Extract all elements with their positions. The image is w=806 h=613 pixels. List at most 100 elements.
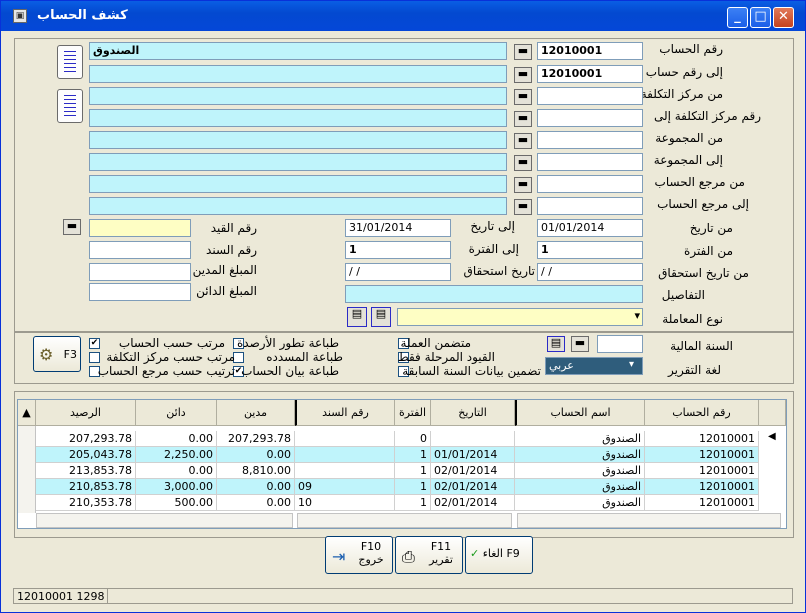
notebook-icon[interactable]: ▤ xyxy=(547,336,565,352)
scroll-up-button[interactable]: ▲ xyxy=(18,400,36,426)
hscroll-left[interactable] xyxy=(36,513,293,528)
maximize-button[interactable]: □ xyxy=(750,7,771,28)
from-ref-field[interactable] xyxy=(537,175,643,193)
table-cell[interactable]: الصندوق xyxy=(515,479,645,495)
to-account-name-field[interactable] xyxy=(89,65,507,83)
table-cell[interactable] xyxy=(295,463,395,479)
table-cell[interactable]: 3,000.00 xyxy=(136,479,217,495)
table-cell[interactable]: 205,043.78 xyxy=(36,447,136,463)
entry-no-field[interactable] xyxy=(89,219,191,237)
table-cell[interactable]: 0.00 xyxy=(217,495,295,511)
header-period[interactable]: الفترة xyxy=(395,400,431,426)
sort-by-account-checkbox[interactable]: ✔ xyxy=(89,338,100,349)
table-cell[interactable]: 12010001 xyxy=(645,447,759,463)
table-cell[interactable]: الصندوق xyxy=(515,431,645,447)
to-cost-center-field[interactable] xyxy=(537,109,643,127)
voucher-no-field[interactable] xyxy=(89,241,191,259)
table-cell[interactable]: 213,853.78 xyxy=(36,463,136,479)
transaction-type-select[interactable]: ▾ xyxy=(397,308,643,326)
table-cell[interactable]: 12010001 xyxy=(645,495,759,511)
table-cell[interactable]: 02/01/2014 xyxy=(431,479,515,495)
table-cell[interactable]: 0.00 xyxy=(136,463,217,479)
table-cell[interactable]: 1 xyxy=(395,479,431,495)
table-cell[interactable]: 0.00 xyxy=(217,447,295,463)
table-cell[interactable]: 2,250.00 xyxy=(136,447,217,463)
debit-amount-field[interactable] xyxy=(89,263,191,281)
header-credit[interactable]: دائن xyxy=(136,400,217,426)
account-no-field[interactable]: 12010001 xyxy=(537,42,643,60)
header-date[interactable]: التاريخ xyxy=(431,400,515,426)
from-cost-center-field[interactable] xyxy=(537,87,643,105)
hscroll-middle[interactable] xyxy=(297,513,512,528)
sort-by-cost-center-checkbox[interactable] xyxy=(89,352,100,363)
header-balance[interactable]: الرصيد xyxy=(36,400,136,426)
fiscal-year-lookup-button[interactable]: ▬ xyxy=(571,336,589,352)
table-cell[interactable]: 0 xyxy=(395,431,431,447)
table-cell[interactable]: الصندوق xyxy=(515,463,645,479)
exit-button[interactable]: ⇥ F10 خروج xyxy=(325,536,393,574)
table-cell[interactable]: 02/01/2014 xyxy=(431,463,515,479)
details-field[interactable] xyxy=(345,285,643,303)
table-cell[interactable] xyxy=(295,431,395,447)
fiscal-year-field[interactable] xyxy=(597,335,643,353)
account-lookup-button[interactable]: ▬ xyxy=(514,44,532,60)
to-account-field[interactable]: 12010001 xyxy=(537,65,643,83)
to-group-lookup-button[interactable]: ▬ xyxy=(514,155,532,171)
credit-amount-field[interactable] xyxy=(89,283,191,301)
from-period-field[interactable]: 1 xyxy=(537,241,643,259)
from-due-field[interactable]: / / xyxy=(537,263,643,281)
report-button[interactable]: ⎙ F11 تقرير xyxy=(395,536,463,574)
table-cell[interactable] xyxy=(295,447,395,463)
close-button[interactable]: ✕ xyxy=(773,7,794,28)
table-cell[interactable]: 1 xyxy=(395,495,431,511)
header-debit[interactable]: مدين xyxy=(217,400,295,426)
to-cost-center-name-field[interactable] xyxy=(89,109,507,127)
f3-options-button[interactable]: ⚙ F3 xyxy=(33,336,81,372)
table-cell[interactable]: 02/01/2014 xyxy=(431,495,515,511)
table-cell[interactable]: 207,293.78 xyxy=(36,431,136,447)
table-cell[interactable]: الصندوق xyxy=(515,447,645,463)
table-cell[interactable]: 210,853.78 xyxy=(36,479,136,495)
to-ref-lookup-button[interactable]: ▬ xyxy=(514,199,532,215)
to-group-field[interactable] xyxy=(537,153,643,171)
table-cell[interactable]: 0.00 xyxy=(217,479,295,495)
from-ref-lookup-button[interactable]: ▬ xyxy=(514,177,532,193)
notebook-icon[interactable]: ▤ xyxy=(347,307,367,327)
from-cost-center-lookup-button[interactable]: ▬ xyxy=(514,89,532,105)
entry-lookup-button[interactable]: ▬ xyxy=(63,219,81,235)
table-cell[interactable]: 12010001 xyxy=(645,479,759,495)
from-date-field[interactable]: 01/01/2014 xyxy=(537,219,643,237)
table-cell[interactable]: 1 xyxy=(395,463,431,479)
minimize-button[interactable]: _ xyxy=(727,7,748,28)
table-cell[interactable]: 8,810.00 xyxy=(217,463,295,479)
to-period-field[interactable]: 1 xyxy=(345,241,451,259)
account-name-field[interactable]: الصندوق xyxy=(89,42,507,60)
table-cell[interactable]: الصندوق xyxy=(515,495,645,511)
table-cell[interactable]: 12010001 xyxy=(645,463,759,479)
table-cell[interactable]: 207,293.78 xyxy=(217,431,295,447)
from-group-lookup-button[interactable]: ▬ xyxy=(514,133,532,149)
hscroll-right[interactable] xyxy=(517,513,781,528)
table-cell[interactable] xyxy=(431,431,515,447)
from-cost-center-name-field[interactable] xyxy=(89,87,507,105)
to-ref-field[interactable] xyxy=(537,197,643,215)
table-cell[interactable]: 210,353.78 xyxy=(36,495,136,511)
table-cell[interactable]: 09 xyxy=(295,479,395,495)
table-cell[interactable]: 1 xyxy=(395,447,431,463)
notebook-icon[interactable] xyxy=(57,89,83,123)
vertical-scrollbar[interactable] xyxy=(18,426,36,513)
header-voucher[interactable]: رقم السند xyxy=(295,400,395,426)
to-cost-center-lookup-button[interactable]: ▬ xyxy=(514,111,532,127)
header-account-name[interactable]: اسم الحساب xyxy=(515,400,645,426)
from-group-name-field[interactable] xyxy=(89,131,507,149)
table-cell[interactable]: 500.00 xyxy=(136,495,217,511)
to-group-name-field[interactable] xyxy=(89,153,507,171)
from-ref-name-field[interactable] xyxy=(89,175,507,193)
cancel-button[interactable]: ✓ الغاء F9 xyxy=(465,536,533,574)
notebook-icon[interactable]: ▤ xyxy=(371,307,391,327)
table-cell[interactable]: 01/01/2014 xyxy=(431,447,515,463)
table-cell[interactable]: 12010001 xyxy=(645,431,759,447)
to-ref-name-field[interactable] xyxy=(89,197,507,215)
title-bar[interactable]: ▣ كشف الحساب _ □ ✕ xyxy=(1,1,805,31)
header-account-no[interactable]: رقم الحساب xyxy=(645,400,759,426)
